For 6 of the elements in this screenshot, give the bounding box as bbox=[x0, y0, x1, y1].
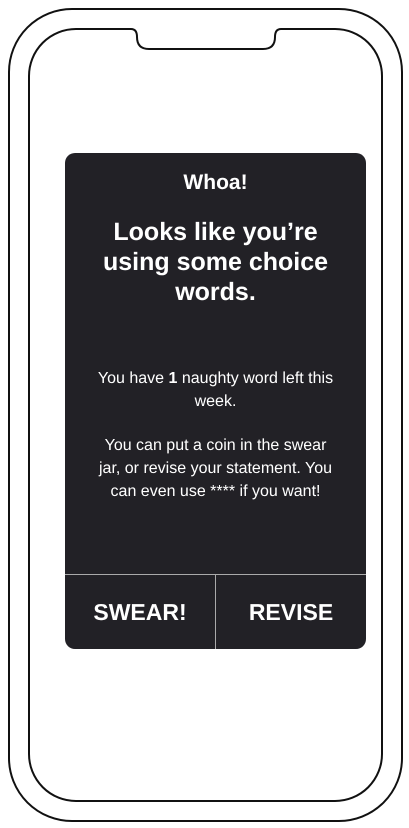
dialog-note: You can put a coin in the swear jar, or revise your statement. You can even use **** if you want! bbox=[98, 436, 333, 502]
dialog-message: You have 1 naughty word left this week. bbox=[96, 369, 334, 412]
revise-button[interactable]: REVISE bbox=[215, 575, 366, 649]
swear-button[interactable]: SWEAR! bbox=[65, 575, 215, 649]
dialog-title: Whoa! bbox=[183, 171, 248, 195]
dialog-heading: Looks like you’re using some choice words. bbox=[102, 217, 330, 307]
